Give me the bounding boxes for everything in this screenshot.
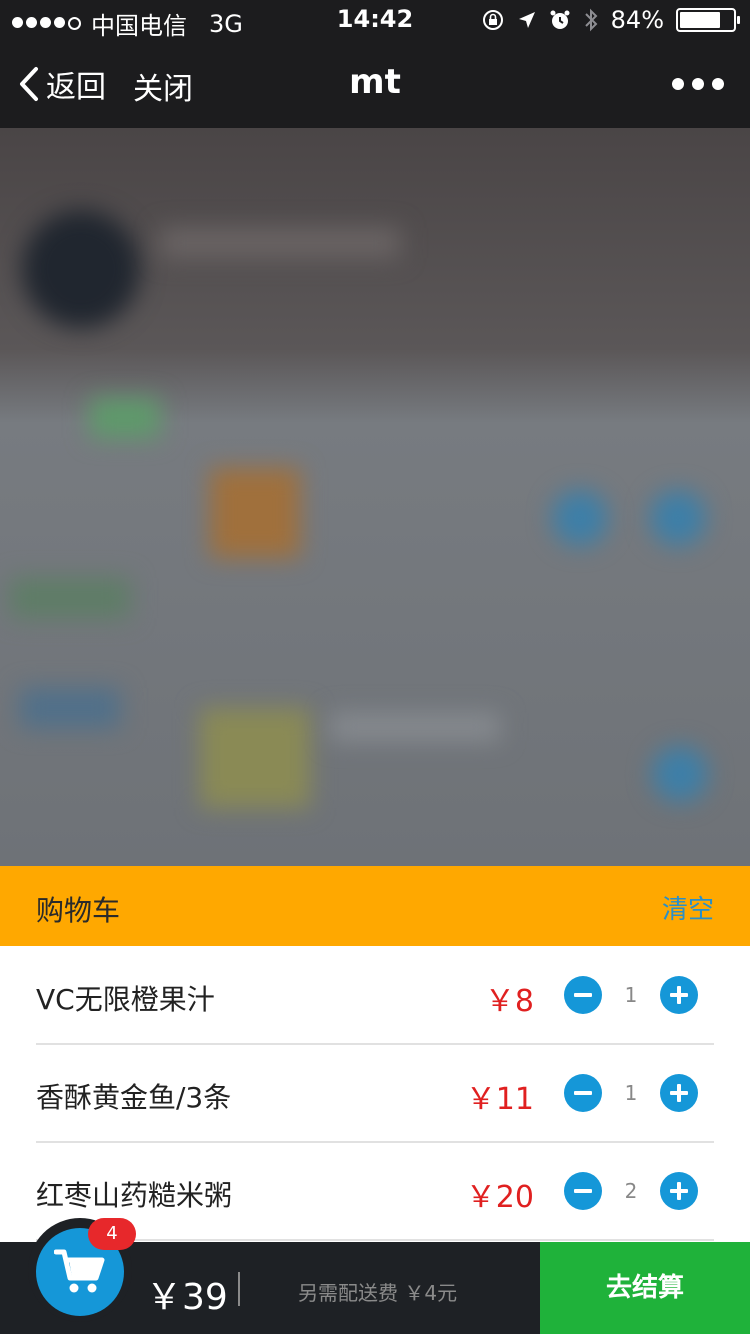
cart-total: ￥39: [146, 1277, 228, 1318]
decrease-quantity-button[interactable]: [564, 1074, 602, 1112]
item-quantity: 2: [624, 1179, 638, 1203]
blurred-plus-button: [650, 490, 706, 546]
alarm-clock-icon: [550, 10, 570, 29]
blurred-backdrop: [0, 128, 750, 866]
item-name: VC无限橙果汁: [36, 983, 215, 1016]
cart-item: 香酥黄金鱼/3条 ￥11 1: [36, 1044, 714, 1143]
item-price: ￥11: [465, 1082, 534, 1117]
delivery-fee-note: 另需配送费 ￥4元: [298, 1281, 458, 1305]
status-right: 84%: [481, 6, 740, 34]
item-price: ￥20: [465, 1180, 534, 1215]
cart-item-list: VC无限橙果汁 ￥8 1 香酥黄金鱼/3条 ￥11 1 红枣山药糙米粥 ￥20 …: [0, 946, 750, 1242]
clear-cart-button[interactable]: 清空: [662, 889, 714, 926]
increase-quantity-button[interactable]: [660, 1074, 698, 1112]
item-name: 香酥黄金鱼/3条: [36, 1081, 232, 1114]
increase-quantity-button[interactable]: [660, 1172, 698, 1210]
checkout-button[interactable]: 去结算: [540, 1242, 750, 1334]
blurred-category-item: [10, 578, 130, 618]
blurred-category-highlight: [90, 398, 160, 438]
cart-item: VC无限橙果汁 ￥8 1: [36, 946, 714, 1045]
battery-fill: [680, 12, 720, 28]
item-quantity: 1: [624, 1081, 638, 1105]
blurred-food-image: [210, 468, 300, 558]
item-price: ￥8: [484, 984, 534, 1019]
shopping-cart-icon: [54, 1249, 105, 1293]
nav-bar: 返回 关闭 mt: [0, 40, 750, 128]
blurred-category-item: [20, 688, 120, 728]
blurred-minus-button: [552, 490, 608, 546]
battery-icon: [676, 8, 740, 32]
blurred-shop-logo: [22, 210, 140, 328]
cart-title: 购物车: [36, 894, 121, 927]
bluetooth-icon: [584, 8, 598, 32]
blurred-shop-name: [160, 228, 400, 258]
cart-count-badge: 4: [88, 1218, 136, 1250]
blurred-food-image: [200, 708, 310, 808]
decrease-quantity-button[interactable]: [564, 1172, 602, 1210]
blurred-plus-button: [652, 746, 708, 802]
divider: [238, 1272, 240, 1306]
decrease-quantity-button[interactable]: [564, 976, 602, 1014]
increase-quantity-button[interactable]: [660, 976, 698, 1014]
battery-percent: 84%: [610, 6, 664, 34]
page-title: mt: [349, 62, 401, 102]
blurred-item-title: [330, 713, 500, 741]
status-bar: 中国电信 3G 14:42 84%: [0, 0, 750, 40]
rotation-lock-icon: [482, 10, 503, 30]
item-quantity: 1: [624, 983, 638, 1007]
item-name: 红枣山药糙米粥: [36, 1179, 233, 1212]
more-options-icon[interactable]: [672, 78, 724, 90]
cart-item: 红枣山药糙米粥 ￥20 2: [36, 1142, 714, 1241]
location-arrow-icon: [518, 12, 535, 28]
cart-header: 购物车 清空: [0, 866, 750, 946]
